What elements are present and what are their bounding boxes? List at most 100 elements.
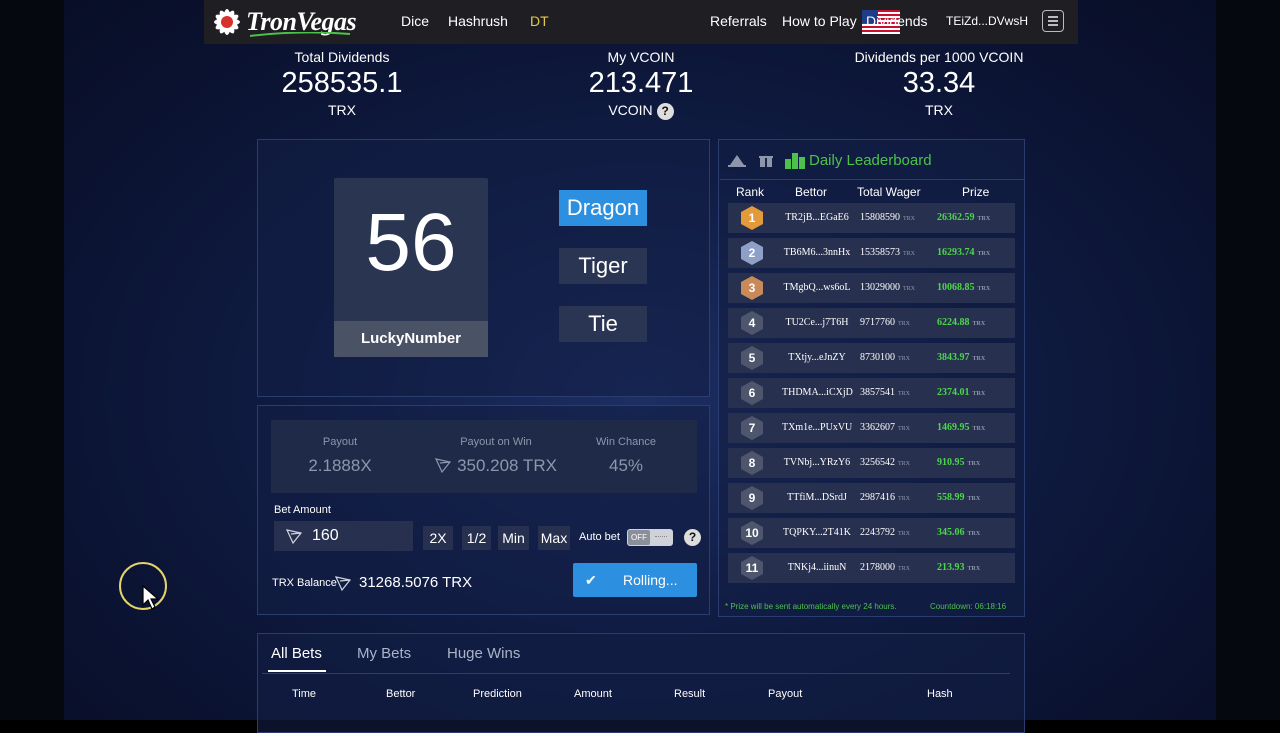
my-vcoin-value: 213.471 [588, 67, 694, 99]
prize-unit: TRX [972, 391, 986, 397]
prize-unit: TRX [972, 356, 986, 362]
payout-value: 2.1888X [308, 456, 372, 475]
trx-balance-label: TRX Balance [272, 577, 337, 589]
half-bet-button[interactable]: 1/2 [462, 526, 491, 550]
auto-bet-toggle[interactable]: OFF [627, 529, 673, 546]
bell-icon[interactable] [727, 152, 747, 168]
nav-dt[interactable]: DT [530, 13, 549, 29]
prize-unit: TRX [967, 566, 981, 572]
per-1000-label: Dividends per 1000 VCOIN [854, 49, 1024, 65]
bettor-address[interactable]: TR2jB...EGaE6 [782, 212, 852, 223]
rank-number: 10 [745, 526, 759, 540]
leaderboard-row: 11 TNKj4...iinuN 2178000 TRX 213.93 TRX [728, 553, 1015, 583]
lucky-number-label: LuckyNumber [334, 321, 488, 357]
bettor-address[interactable]: TTfiM...DSrdJ [782, 492, 852, 503]
nav-referrals[interactable]: Referrals [710, 13, 767, 29]
col-prize: Prize [962, 185, 990, 199]
col-bettor: Bettor [386, 688, 416, 700]
wager-unit: TRX [898, 461, 910, 467]
bettor-address[interactable]: THDMA...iCXjD [782, 387, 853, 398]
auto-bet-help-icon[interactable]: ? [684, 529, 701, 546]
total-wager: 13029000 [860, 282, 900, 293]
rank-number: 6 [748, 386, 756, 400]
leaderboard-row: 9 TTfiM...DSrdJ 2987416 TRX 558.99 TRX [728, 483, 1015, 513]
bettor-address[interactable]: TMgbQ...ws6oL [782, 282, 852, 293]
leaderboard-row: 8 TVNbj...YRzY6 3256542 TRX 910.95 TRX [728, 448, 1015, 478]
wager-unit: TRX [898, 566, 910, 572]
rank-number: 8 [748, 456, 756, 470]
nav-hashrush[interactable]: Hashrush [448, 13, 508, 29]
menu-list-icon[interactable] [1042, 10, 1064, 32]
prize-unit: TRX [967, 531, 981, 537]
wager-unit: TRX [898, 496, 910, 502]
tab-divider [262, 673, 1010, 674]
leaderboard-row: 5 TXtjy...eJnZY 8730100 TRX 3843.97 TRX [728, 343, 1015, 373]
leaderboard-row: 7 TXm1e...PUxVU 3362607 TRX 1469.95 TRX [728, 413, 1015, 443]
leaderboard-row: 3 TMgbQ...ws6oL 13029000 TRX 10068.85 TRX [728, 273, 1015, 303]
prize-unit: TRX [967, 496, 981, 502]
min-bet-button[interactable]: Min [498, 526, 529, 550]
bettor-address[interactable]: TXm1e...PUxVU [782, 422, 852, 433]
my-vcoin-label: My VCOIN [607, 49, 675, 65]
choice-dragon[interactable]: Dragon [559, 190, 647, 226]
flower-logo-icon [214, 9, 240, 35]
payout-on-win-value: 350.208 TRX [457, 456, 557, 475]
bet-amount-value: 160 [312, 527, 339, 544]
prize-amount: 26362.59 [937, 212, 975, 223]
wager-unit: TRX [898, 391, 910, 397]
per-1000-unit: TRX [925, 102, 953, 118]
leaderboard-header: Daily Leaderboard [720, 140, 1025, 180]
account-address[interactable]: TEiZd...DVwsH [946, 14, 1028, 28]
nav-dividends[interactable]: Dividends [866, 13, 927, 29]
prize-amount: 345.06 [937, 527, 965, 538]
leaderboard-footnote: * Prize will be sent automatically every… [725, 602, 897, 611]
prize-amount: 6224.88 [937, 317, 970, 328]
col-payout: Payout [768, 688, 803, 700]
max-bet-button[interactable]: Max [538, 526, 570, 550]
bet-amount-input[interactable]: 160 [274, 521, 413, 551]
col-rank: Rank [736, 185, 765, 199]
wager-unit: TRX [903, 251, 915, 257]
auto-bet-state: OFF [628, 530, 650, 545]
active-tab-underline [268, 670, 326, 672]
tab-huge-wins[interactable]: Huge Wins [447, 645, 520, 662]
prize-unit: TRX [977, 216, 991, 222]
total-dividends-value: 258535.1 [281, 67, 403, 99]
col-result: Result [674, 688, 706, 700]
prize-unit: TRX [977, 251, 991, 257]
prize-amount: 213.93 [937, 562, 965, 573]
logo-swoosh [250, 32, 350, 37]
win-chance-value: 45% [608, 456, 644, 475]
payout-label: Payout [322, 436, 358, 448]
choice-tiger[interactable]: Tiger [559, 248, 647, 284]
wager-unit: TRX [898, 356, 910, 362]
total-wager: 3256542 [860, 457, 895, 468]
leaderboard-row: 4 TU2Ce...j7T6H 9717760 TRX 6224.88 TRX [728, 308, 1015, 338]
rank-number: 11 [745, 561, 759, 575]
double-bet-button[interactable]: 2X [423, 526, 453, 550]
choice-tie[interactable]: Tie [559, 306, 647, 342]
bettor-address[interactable]: TQPKY...2T41K [782, 527, 852, 538]
prize-unit: TRX [972, 426, 986, 432]
bettor-address[interactable]: TNKj4...iinuN [782, 562, 852, 573]
total-wager: 15808590 [860, 212, 900, 223]
per-1000-value: 33.34 [902, 67, 976, 99]
bettor-address[interactable]: TVNbj...YRzY6 [782, 457, 852, 468]
tab-my-bets[interactable]: My Bets [357, 645, 411, 662]
site-logo[interactable]: TronVegas [210, 4, 357, 40]
wager-unit: TRX [898, 426, 910, 432]
tab-all-bets[interactable]: All Bets [271, 645, 322, 662]
bet-amount-label: Bet Amount [274, 504, 331, 516]
total-dividends-stat: Total Dividends 258535.1 TRX [212, 49, 472, 118]
nav-how-to-play[interactable]: How to Play [782, 13, 857, 29]
total-wager: 2987416 [860, 492, 895, 503]
gift-icon[interactable] [758, 152, 774, 168]
roll-button[interactable]: ✔ Rolling... [573, 563, 697, 597]
bettor-address[interactable]: TXtjy...eJnZY [782, 352, 852, 363]
bettor-address[interactable]: TU2Ce...j7T6H [782, 317, 852, 328]
help-icon[interactable]: ? [656, 102, 674, 120]
mouse-cursor-icon [142, 585, 160, 610]
bettor-address[interactable]: TB6M6...3nnHx [782, 247, 852, 258]
col-hash: Hash [927, 688, 953, 700]
nav-dice[interactable]: Dice [401, 13, 429, 29]
